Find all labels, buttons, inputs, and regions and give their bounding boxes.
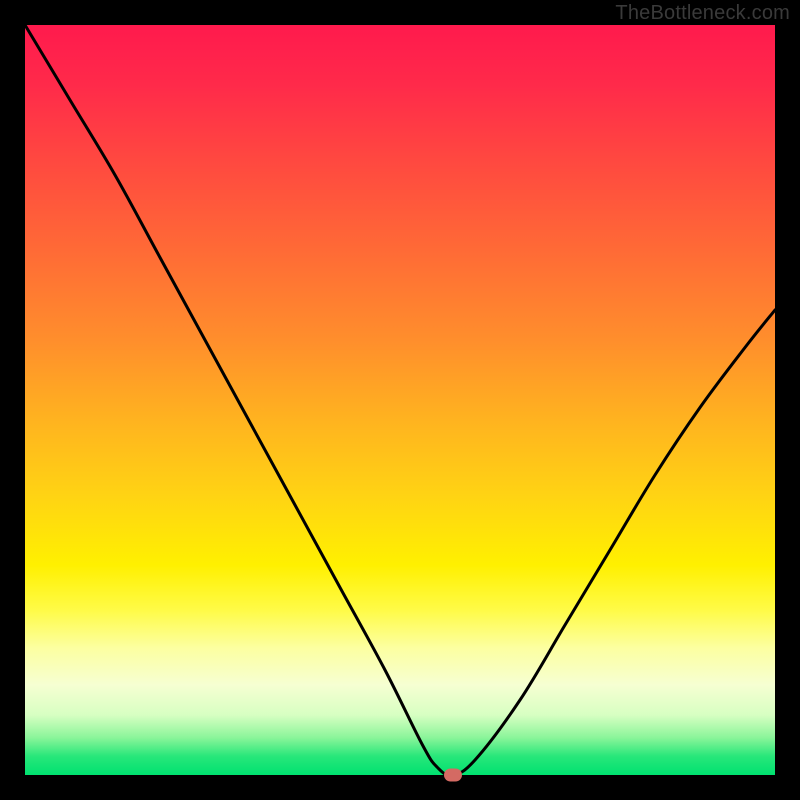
curve-path	[25, 25, 775, 775]
bottleneck-curve	[25, 25, 775, 775]
plot-area	[25, 25, 775, 775]
attribution-label: TheBottleneck.com	[615, 2, 790, 25]
optimum-marker	[444, 769, 462, 782]
chart-frame: TheBottleneck.com	[0, 0, 800, 800]
